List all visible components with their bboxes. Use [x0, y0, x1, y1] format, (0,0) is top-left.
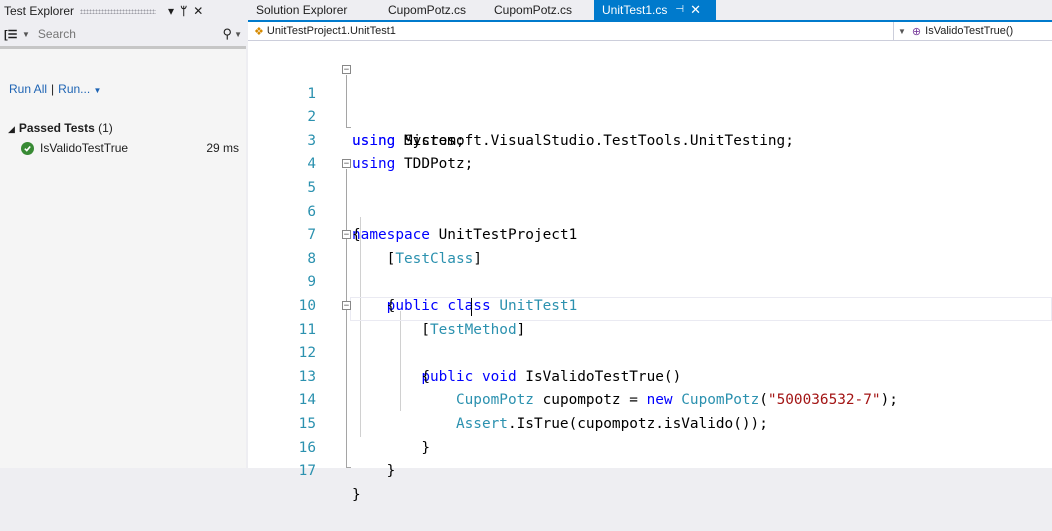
code-line: 9 { — [248, 248, 1052, 314]
code-line: 15 } — [248, 389, 1052, 456]
test-name: IsValidoTestTrue — [40, 141, 129, 155]
tab-pin-icon[interactable]: ⊣ — [675, 0, 684, 20]
method-icon: ⊕ — [911, 25, 922, 38]
code-line: 1 − using System; — [248, 59, 1052, 149]
class-icon: ❖ — [254, 25, 264, 38]
tab-cupompotz-1[interactable]: CupomPotz.cs — [362, 0, 480, 20]
code-editor[interactable]: 1 − using System; 2 using Microsoft.Visu… — [248, 59, 1052, 503]
code-line: 5 − namespace UnitTestProject1 — [248, 153, 1052, 243]
brace: } — [386, 463, 396, 480]
code-line: 8 − public class UnitTest1 — [248, 224, 1052, 314]
pin-icon[interactable]: ᛘ — [180, 4, 187, 18]
group-by-icon[interactable]: [☰ — [4, 28, 20, 41]
run-menu-dropdown-icon[interactable]: ▼ — [94, 86, 102, 95]
close-panel-icon[interactable]: ✕ — [193, 4, 203, 18]
tab-close-icon[interactable]: ✕ — [690, 0, 701, 20]
test-explorer-title: Test Explorer — [4, 4, 75, 18]
test-explorer-panel: Test Explorer ▾ ᛘ ✕ [☰ ▼ ⚲ ▼ Run All|Run… — [0, 0, 246, 468]
collapse-icon[interactable]: − — [342, 230, 351, 240]
tab-cupompotz-2[interactable]: CupomPotz.cs — [480, 0, 586, 20]
test-list-item[interactable]: IsValidoTestTrue 29 ms — [21, 141, 239, 155]
test-explorer-titlebar: Test Explorer ▾ ᛘ ✕ — [0, 0, 246, 22]
code-line: 7 [TestClass] — [248, 201, 1052, 267]
tab-unittest1-active[interactable]: UnitTest1.cs ⊣ ✕ — [594, 0, 716, 20]
tab-solution-explorer[interactable]: Solution Explorer — [248, 0, 362, 20]
search-options-dropdown-icon[interactable]: ▼ — [234, 30, 242, 39]
collapse-icon[interactable]: − — [342, 65, 351, 75]
passed-tests-label: Passed Tests — [18, 121, 95, 135]
test-explorer-toolbar: [☰ ▼ ⚲ ▼ — [0, 22, 246, 49]
code-line: 11 − public void IsValidoTestTrue() — [248, 295, 1052, 385]
code-line: 4 — [248, 130, 1052, 172]
collapse-icon[interactable]: − — [342, 159, 351, 169]
window-menu-dropdown-icon[interactable]: ▾ — [168, 4, 174, 18]
class-path-dropdown[interactable]: UnitTestProject1.UnitTest1 — [267, 25, 396, 37]
editor-area: Solution Explorer CupomPotz.cs CupomPotz… — [248, 0, 1052, 503]
code-line: 10 [TestMethod] — [248, 271, 1052, 338]
code-line: 6 { — [248, 177, 1052, 244]
member-dropdown[interactable]: ▼ ⊕ IsValidoTestTrue() — [893, 22, 1052, 40]
member-name: IsValidoTestTrue() — [925, 25, 1014, 37]
passed-tests-group[interactable]: ◢ Passed Tests (1) — [8, 121, 113, 135]
collapse-icon[interactable]: − — [342, 300, 351, 310]
code-line: 2 using Microsoft.VisualStudio.TestTools… — [248, 83, 1052, 149]
text-caret — [471, 297, 472, 316]
active-tab-label: UnitTest1.cs — [602, 3, 668, 17]
line-number: 17 — [298, 463, 316, 480]
code-line: 13 CupomPotz cupompotz = new CupomPotz("… — [248, 342, 1052, 409]
code-line: 17 } — [248, 437, 1052, 503]
run-toolbar: Run All | Run... ▼ — [9, 82, 102, 96]
search-icon[interactable]: ⚲ — [223, 26, 233, 42]
run-all-link[interactable]: Run All — [9, 82, 47, 96]
member-dropdown-chevron-icon[interactable]: ▼ — [898, 27, 906, 36]
brace: } — [352, 486, 361, 503]
search-input[interactable] — [35, 26, 180, 42]
code-line: 16 } — [248, 413, 1052, 480]
test-duration: 29 ms — [206, 141, 239, 155]
drag-grip[interactable] — [80, 8, 157, 14]
code-line: 12 { — [248, 319, 1052, 385]
run-menu-link[interactable]: Run... — [58, 82, 90, 96]
document-tab-strip: Solution Explorer CupomPotz.cs CupomPotz… — [248, 0, 1052, 22]
expand-triangle-icon[interactable]: ◢ — [8, 124, 15, 134]
code-line: 3 using TDDPotz; — [248, 106, 1052, 173]
passed-check-icon — [21, 141, 34, 155]
code-line: 14 Assert.IsTrue(cupompotz.isValido()); — [248, 366, 1052, 432]
group-by-dropdown-icon[interactable]: ▼ — [22, 30, 30, 39]
passed-tests-count: (1) — [98, 121, 113, 135]
navigation-bar: ❖ UnitTestProject1.UnitTest1 ▼ ⊕ IsValid… — [248, 22, 1052, 41]
